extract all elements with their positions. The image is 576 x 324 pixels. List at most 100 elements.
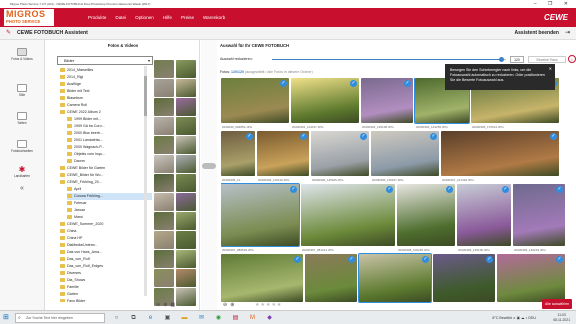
selected-check-icon[interactable]: ✓ xyxy=(350,80,357,87)
photo-thumbnail[interactable]: ✓ xyxy=(497,254,565,302)
folder-thumbnail[interactable] xyxy=(176,98,196,116)
folder-item[interactable]: Garten xyxy=(60,291,152,298)
rating-filter[interactable]: ★★★★★ xyxy=(255,302,282,308)
folder-item[interactable]: Marsi xyxy=(67,214,152,221)
selected-check-icon[interactable]: ✓ xyxy=(422,256,429,263)
folder-item[interactable]: CEWE_Frühling_20... xyxy=(60,179,152,186)
exit-icon[interactable]: ⇥ xyxy=(565,29,570,36)
folder-item[interactable]: China HP xyxy=(60,235,152,242)
edge-icon[interactable]: e xyxy=(146,313,155,323)
photo-thumbnail[interactable]: ✓ 20200302_135108.JPG xyxy=(361,78,413,129)
folder-item[interactable]: Februar xyxy=(67,200,152,207)
folder-item[interactable]: CEWE Bilder für Garten xyxy=(60,165,152,172)
folder-thumbnail[interactable] xyxy=(154,269,174,287)
cortana-icon[interactable]: ○ xyxy=(112,313,121,323)
folder-item[interactable]: 1999 Bilder mit... xyxy=(67,116,152,123)
folder-thumbnail[interactable] xyxy=(154,117,174,135)
photo-thumbnail[interactable]: ✓ 20200308_100245.JPG xyxy=(397,184,455,252)
selected-check-icon[interactable]: ✓ xyxy=(280,80,287,87)
folder-item[interactable]: 2014_Rigi xyxy=(60,74,152,81)
zoom-in-icon[interactable]: ⊕ xyxy=(230,302,237,308)
select-all-button[interactable]: Alle auswählen xyxy=(542,299,572,309)
folder-thumbnail[interactable] xyxy=(176,269,196,287)
folder-thumbnail[interactable] xyxy=(154,98,174,116)
folder-item[interactable]: 2000 Wagnach-P... xyxy=(67,144,152,151)
folder-item[interactable]: CEWE_Sommer_2020 xyxy=(60,221,152,228)
photo-thumbnail[interactable]: ✓ xyxy=(433,254,495,302)
photo-thumbnail[interactable]: ✓ 20200301_114017.JPG xyxy=(291,78,359,129)
folder-item[interactable]: 1999 Gä ba Coro... xyxy=(67,123,152,130)
store-icon[interactable]: ▣ xyxy=(163,313,172,323)
selected-check-icon[interactable]: ✓ xyxy=(348,256,355,263)
selected-check-icon[interactable]: ✓ xyxy=(430,133,437,140)
folder-item[interactable]: 2014_Marseilles xyxy=(60,67,152,74)
photo-thumbnail[interactable]: ✓ xyxy=(305,254,357,302)
photo-thumbnail[interactable]: ✓ xyxy=(221,254,303,302)
photo-thumbnail[interactable]: ✓ 20200309_140233.JPG xyxy=(513,184,565,252)
folder-item[interactable]: Bilder mit Text xyxy=(60,88,152,95)
photo-thumbnail[interactable]: ✓ 20200306_11.. xyxy=(221,131,255,182)
folder-thumbnail[interactable] xyxy=(176,250,196,268)
selected-check-icon[interactable]: ✓ xyxy=(550,133,557,140)
nav-photos-videos[interactable]: Fotos & Videos xyxy=(2,48,42,61)
task-view-icon[interactable]: ⧉ xyxy=(129,313,138,323)
photo-thumbnail[interactable]: ✓ 20200307_081241.JPG xyxy=(301,184,395,252)
end-assistant-button[interactable]: Assistent beenden xyxy=(515,30,559,36)
folder-item[interactable]: Camera Roll xyxy=(60,102,152,109)
selected-check-icon[interactable]: ✓ xyxy=(446,186,453,193)
folder-thumbnail[interactable] xyxy=(154,212,174,230)
minimize-button[interactable]: – xyxy=(534,1,542,7)
menu-optionen[interactable]: Optionen xyxy=(135,15,154,20)
window-controls[interactable]: – ❐ ✕ xyxy=(534,0,573,8)
info-icon[interactable]: i xyxy=(568,55,576,63)
menu-datei[interactable]: Datei xyxy=(115,15,126,20)
folder-item[interactable]: Das von Hans_Ama... xyxy=(60,249,152,256)
folder-thumbnail[interactable] xyxy=(176,288,196,306)
close-icon[interactable]: ✕ xyxy=(549,66,552,71)
grid-icon[interactable]: ▦ xyxy=(170,302,178,308)
collapse-nav-button[interactable]: « xyxy=(2,185,42,192)
app-icon[interactable]: ◆ xyxy=(265,313,274,323)
selected-check-icon[interactable]: ✓ xyxy=(290,186,297,193)
folder-item[interactable]: Favo Bilder xyxy=(60,298,152,302)
panel-resize-handle[interactable] xyxy=(202,163,216,169)
photos-app-icon[interactable]: ▤ xyxy=(231,313,240,323)
folder-item[interactable]: Das_von_Rolf xyxy=(60,256,152,263)
folder-item[interactable]: 2001 Landwirtsc... xyxy=(67,137,152,144)
folder-thumbnail[interactable] xyxy=(154,60,174,78)
folder-thumbnail[interactable] xyxy=(176,212,196,230)
taskbar-clock[interactable]: 11:03 08.11.2021 xyxy=(553,313,570,322)
folder-item[interactable]: 2000 Biss beerb... xyxy=(67,130,152,137)
photo-thumbnail[interactable]: ✓ 20200309_135100.JPG xyxy=(457,184,511,252)
folder-select[interactable]: Bilder ▾ xyxy=(57,56,153,65)
chrome-icon[interactable]: ◉ xyxy=(214,313,223,323)
folder-item[interactable]: Familie xyxy=(60,284,152,291)
folder-item[interactable]: Januar xyxy=(67,207,152,214)
slider-value-field[interactable]: 120 xyxy=(510,56,524,63)
folder-item[interactable]: DiaMedia/Unterw... xyxy=(60,242,152,249)
folder-thumbnail[interactable] xyxy=(176,231,196,249)
select-single-photos-button[interactable]: Einzelne Fotos auswählen xyxy=(528,56,566,68)
folder-thumbnail[interactable] xyxy=(176,79,196,97)
folder-item[interactable]: Corona Frühling... xyxy=(67,193,152,200)
reduce-selection-slider[interactable] xyxy=(272,57,506,62)
nav-photobook-pages[interactable]: Fotobuchseiten xyxy=(2,140,42,153)
folder-thumbnail[interactable] xyxy=(154,79,174,97)
folder-thumbnail[interactable] xyxy=(176,136,196,154)
menu-produkte[interactable]: Produkte xyxy=(88,15,106,20)
close-button[interactable]: ✕ xyxy=(564,1,573,7)
folder-item[interactable]: Ausflüge xyxy=(60,81,152,88)
folder-thumbnail[interactable] xyxy=(154,155,174,173)
folder-item[interactable]: April xyxy=(67,186,152,193)
taskbar-search[interactable]: ⌕ Zur Suche Text hier eingeben xyxy=(15,313,105,323)
folder-item[interactable]: China xyxy=(60,228,152,235)
photo-thumbnail[interactable]: ✓ 20200306_115325.JPG xyxy=(311,131,369,182)
mail-icon[interactable]: ✉ xyxy=(197,313,206,323)
selected-check-icon[interactable]: ✓ xyxy=(486,256,493,263)
selected-check-icon[interactable]: ✓ xyxy=(294,256,301,263)
photo-thumbnail[interactable]: ✓ 20200306_115427.JPG xyxy=(371,131,439,182)
windows-start-icon[interactable]: ⊞ xyxy=(3,314,9,322)
folder-item[interactable]: Objekts vom Inqu... xyxy=(67,151,152,158)
photo-thumbnail[interactable]: ✓ 20200307_131418.JPG xyxy=(441,131,559,182)
folder-thumbnail[interactable] xyxy=(154,250,174,268)
